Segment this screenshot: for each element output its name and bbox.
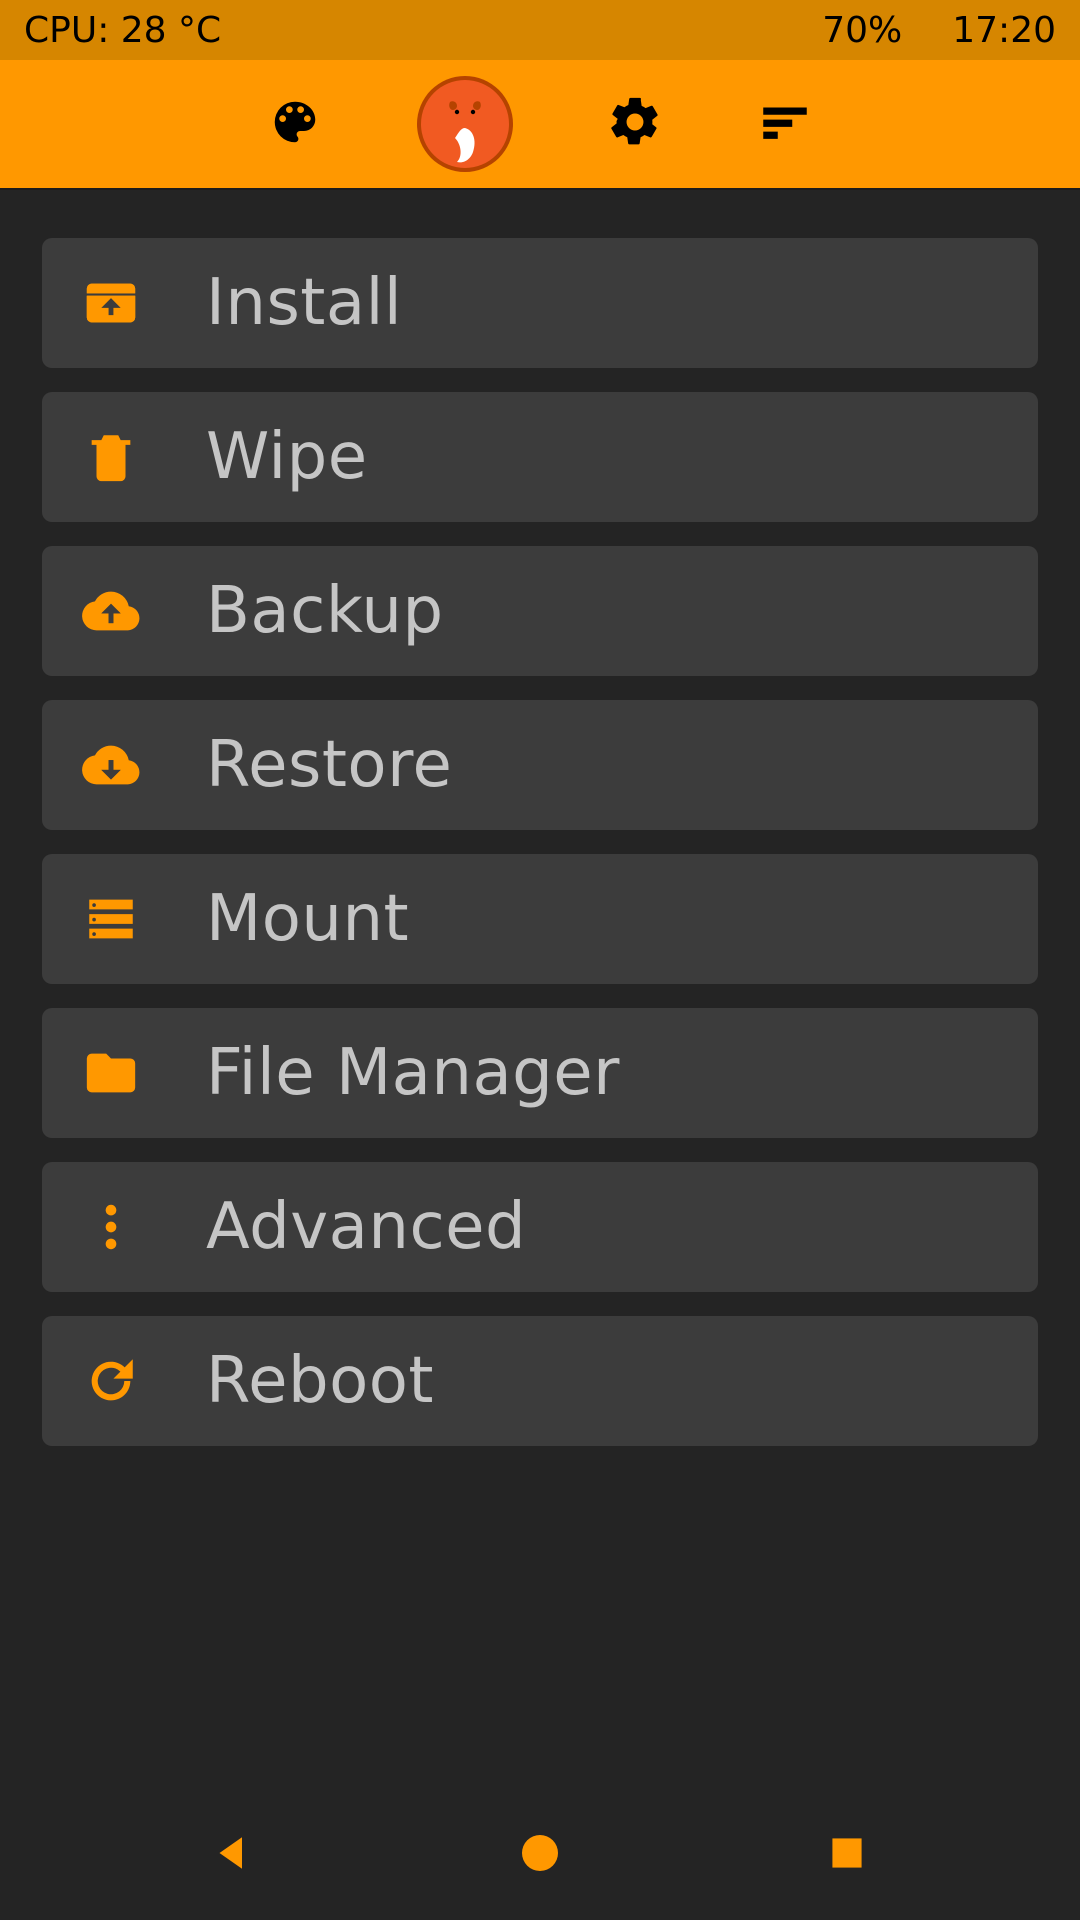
menu-mount[interactable]: Mount	[42, 854, 1038, 984]
trash-icon	[82, 428, 140, 486]
nav-bar	[0, 1790, 1080, 1920]
menu-wipe[interactable]: Wipe	[42, 392, 1038, 522]
menu-label: Install	[206, 266, 402, 340]
refresh-icon	[82, 1352, 140, 1410]
menu-install[interactable]: Install	[42, 238, 1038, 368]
menu-label: Reboot	[206, 1344, 434, 1418]
menu-label: Backup	[206, 574, 444, 648]
triangle-back-icon	[206, 1826, 260, 1884]
nav-back[interactable]	[188, 1810, 278, 1900]
menu-label: Wipe	[206, 420, 368, 494]
gear-icon	[606, 93, 664, 155]
menu-label: Advanced	[206, 1190, 526, 1264]
menu-restore[interactable]: Restore	[42, 700, 1038, 830]
square-recent-icon	[822, 1828, 872, 1882]
nav-home[interactable]	[495, 1810, 585, 1900]
menu-label: Mount	[206, 882, 409, 956]
menu-label: File Manager	[206, 1036, 620, 1110]
toolbar	[0, 60, 1080, 190]
main-menu: Install Wipe Backup Restore Mount File M…	[0, 190, 1080, 1790]
settings-button[interactable]	[605, 94, 665, 154]
cloud-download-icon	[82, 736, 140, 794]
sort-button[interactable]	[755, 94, 815, 154]
folder-icon	[82, 1044, 140, 1102]
archive-download-icon	[82, 274, 140, 332]
nav-recent[interactable]	[802, 1810, 892, 1900]
more-vert-icon	[82, 1198, 140, 1256]
circle-home-icon	[513, 1826, 567, 1884]
cloud-upload-icon	[82, 582, 140, 640]
theme-button[interactable]	[265, 94, 325, 154]
storage-icon	[82, 890, 140, 948]
menu-file-manager[interactable]: File Manager	[42, 1008, 1038, 1138]
status-bar: CPU: 28 °C 70% 17:20	[0, 0, 1080, 60]
menu-label: Restore	[206, 728, 452, 802]
app-logo[interactable]	[415, 74, 515, 174]
fox-logo-icon	[415, 159, 515, 178]
battery-percent: 70%	[822, 10, 902, 51]
cpu-temp: CPU: 28 °C	[24, 10, 221, 51]
palette-icon	[268, 95, 322, 153]
sort-icon	[756, 93, 814, 155]
menu-advanced[interactable]: Advanced	[42, 1162, 1038, 1292]
menu-reboot[interactable]: Reboot	[42, 1316, 1038, 1446]
clock: 17:20	[952, 10, 1056, 51]
menu-backup[interactable]: Backup	[42, 546, 1038, 676]
